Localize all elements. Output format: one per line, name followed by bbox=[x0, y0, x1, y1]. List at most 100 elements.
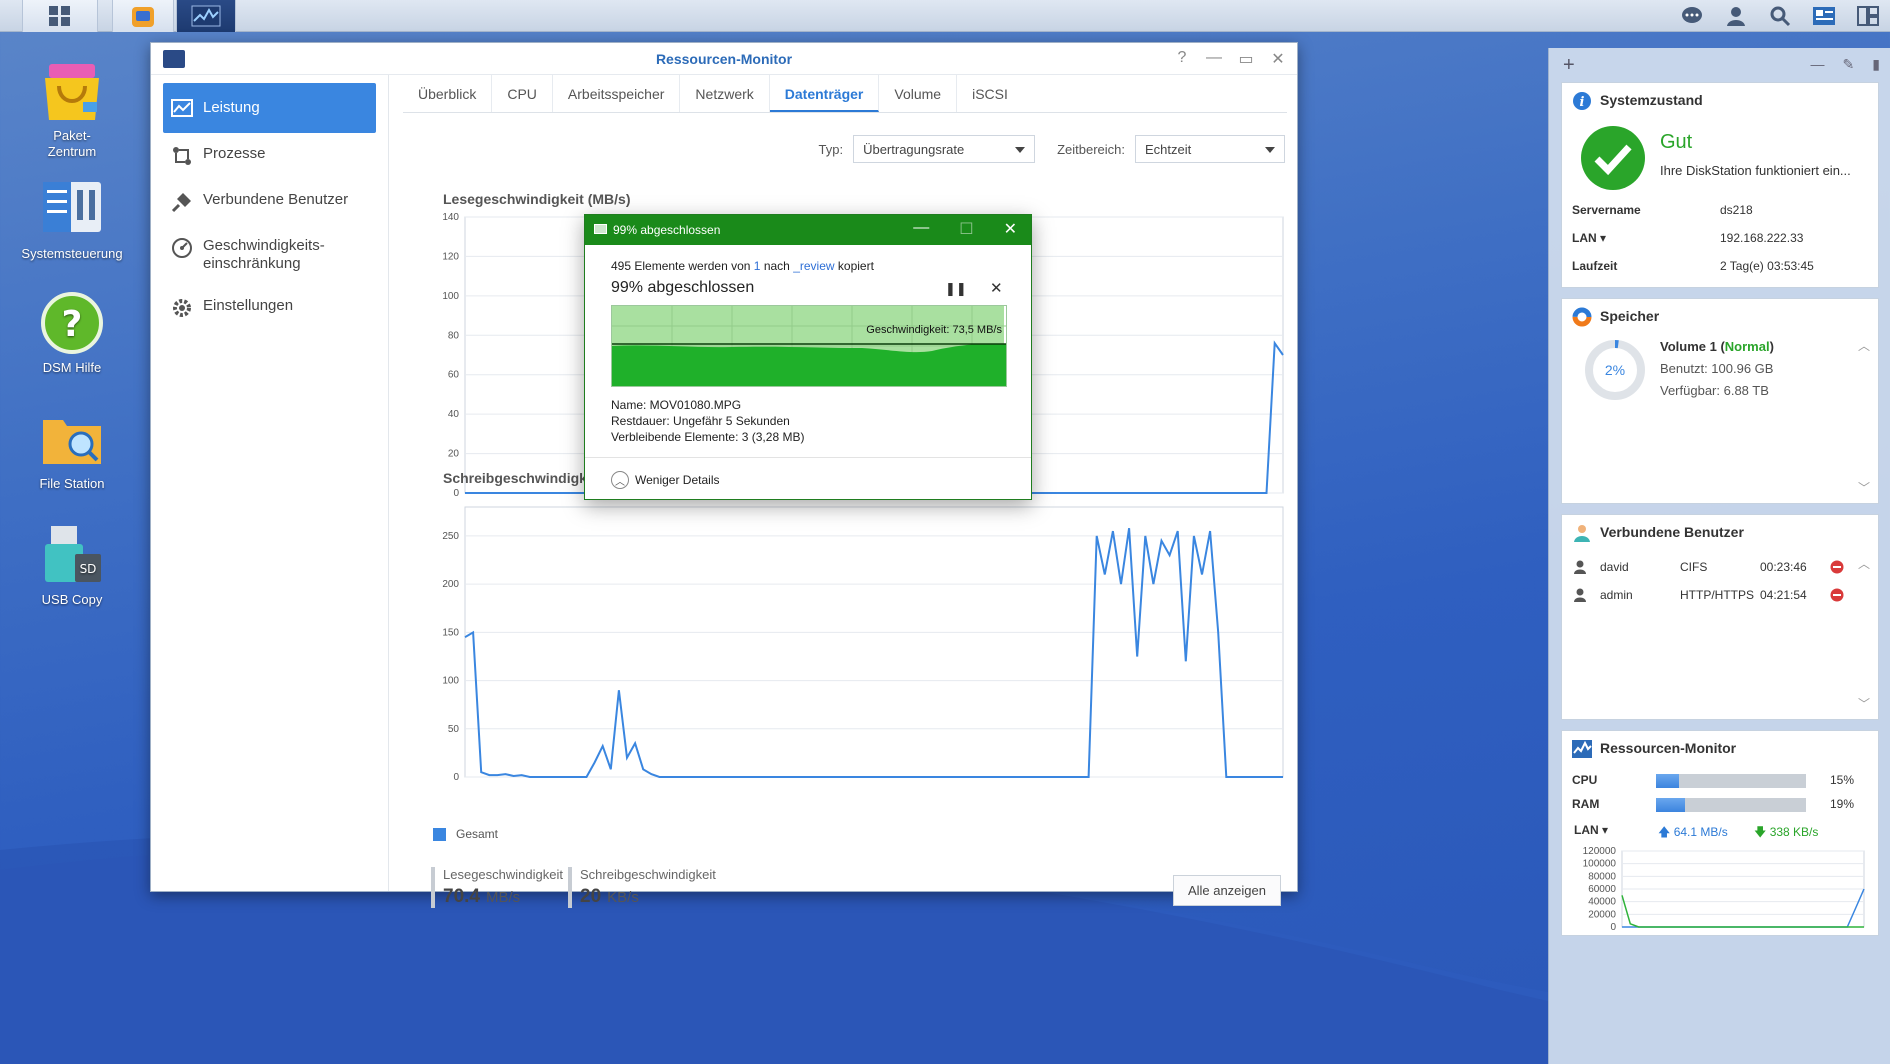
legend-swatch bbox=[433, 827, 446, 841]
desktop-icon-package-center[interactable]: Paket- Zentrum bbox=[12, 58, 132, 160]
sidebar-item-label: Verbundene Benutzer bbox=[203, 191, 349, 208]
desktop-icon-label: Systemsteuerung bbox=[21, 246, 123, 261]
plug-icon bbox=[171, 193, 191, 213]
widget-title: Verbundene Benutzer bbox=[1562, 515, 1878, 549]
minimize-icon[interactable]: — bbox=[1205, 49, 1223, 69]
type-select[interactable]: Übertragungsrate bbox=[853, 135, 1036, 163]
y-tick-label: 100 bbox=[442, 676, 459, 687]
tab-memory[interactable]: Arbeitsspeicher bbox=[553, 75, 681, 112]
y-tick-label: 120 bbox=[442, 251, 459, 262]
sidebar-item-performance[interactable]: Leistung bbox=[163, 83, 376, 133]
desktop-icon-label: DSM Hilfe bbox=[42, 360, 102, 375]
status-check-icon bbox=[1581, 126, 1645, 190]
lan-value: 192.168.222.33 bbox=[1720, 231, 1804, 245]
chart-legend: Gesamt bbox=[433, 827, 498, 841]
tab-disks[interactable]: Datenträger bbox=[769, 75, 880, 112]
chevron-down-icon[interactable]: ﹀ bbox=[1858, 695, 1870, 712]
layout-icon[interactable] bbox=[1846, 0, 1890, 32]
panel-toggle-icon[interactable]: ▮ bbox=[1872, 56, 1880, 73]
user-row: admin HTTP/HTTPS 04:21:54 bbox=[1572, 587, 1872, 607]
window-titlebar[interactable]: Ressourcen-Monitor ? — ▭ ✕ bbox=[151, 43, 1297, 75]
main-menu-button[interactable] bbox=[22, 0, 98, 32]
desktop-icon-dsm-help[interactable]: ? DSM Hilfe bbox=[12, 290, 132, 376]
tab-network[interactable]: Netzwerk bbox=[680, 75, 770, 112]
sidebar-item-settings[interactable]: Einstellungen bbox=[163, 285, 376, 331]
maximize-icon[interactable]: ☐ bbox=[959, 219, 973, 239]
user-time: 04:21:54 bbox=[1760, 588, 1807, 602]
widget-title: Speicher bbox=[1562, 299, 1878, 333]
sidebar-item-connected-users[interactable]: Verbundene Benutzer bbox=[163, 179, 376, 225]
chevron-up-icon[interactable]: ︿ bbox=[1858, 337, 1870, 354]
desktop-icon-file-station[interactable]: File Station bbox=[12, 406, 132, 492]
user-icon bbox=[1574, 560, 1586, 574]
range-label: Zeitbereich: bbox=[1057, 141, 1125, 157]
desktop-icon-usb-copy[interactable]: SD USB Copy bbox=[12, 522, 132, 608]
y-tick-label: 140 bbox=[442, 212, 459, 223]
widgets-toggle-icon[interactable] bbox=[1802, 0, 1846, 32]
transfer-speed-graph bbox=[612, 306, 1006, 386]
download-speed: 🡇 338 KB/s bbox=[1754, 825, 1819, 839]
y-tick-label: 150 bbox=[442, 627, 459, 638]
volume-used: Benutzt: 100.96 GB bbox=[1660, 361, 1774, 376]
resource-monitor-icon bbox=[1572, 740, 1592, 758]
tab-volume[interactable]: Volume bbox=[879, 75, 958, 112]
less-details-button[interactable]: ︿ Weniger Details bbox=[611, 471, 719, 489]
y-tick-label: 200 bbox=[442, 579, 459, 590]
destination-link[interactable]: _review bbox=[793, 259, 834, 273]
remaining-time: Restdauer: Ungefähr 5 Sekunden bbox=[611, 414, 790, 428]
tab-overview[interactable]: Überblick bbox=[403, 75, 493, 112]
y-tick-label: 40 bbox=[448, 409, 460, 420]
user-icon[interactable] bbox=[1714, 0, 1758, 32]
cpu-bar-fill bbox=[1656, 774, 1679, 788]
minimize-icon[interactable]: — bbox=[913, 219, 929, 239]
close-icon[interactable]: ✕ bbox=[1269, 49, 1287, 69]
chevron-up-icon[interactable]: ︿ bbox=[1858, 555, 1870, 572]
search-icon[interactable] bbox=[1758, 0, 1802, 32]
pin-icon[interactable]: ✎ bbox=[1843, 56, 1855, 73]
taskbar-app-package[interactable] bbox=[112, 0, 174, 32]
maximize-icon[interactable]: ▭ bbox=[1237, 49, 1255, 69]
help-icon[interactable]: ? bbox=[1173, 49, 1191, 69]
desktop-icon-control-panel[interactable]: Systemsteuerung bbox=[12, 176, 132, 262]
add-widget-button[interactable]: + bbox=[1563, 54, 1575, 77]
chevron-down-icon[interactable]: ﹀ bbox=[1858, 479, 1870, 496]
transfer-speed: Geschwindigkeit: 73,5 MB/s bbox=[866, 324, 1002, 336]
taskbar bbox=[0, 0, 1890, 32]
y-tick-label: 40000 bbox=[1588, 897, 1616, 908]
pause-button[interactable]: ❚❚ bbox=[945, 281, 967, 297]
file-name: Name: MOV01080.MPG bbox=[611, 398, 742, 412]
minimize-icon[interactable]: — bbox=[1811, 56, 1825, 73]
sidebar-item-label: Geschwindigkeits-einschränkung bbox=[203, 237, 325, 272]
chat-icon[interactable] bbox=[1670, 0, 1714, 32]
copy-summary: 495 Elemente werden von 1 nach _review k… bbox=[611, 259, 874, 273]
server-name-value: ds218 bbox=[1720, 203, 1753, 217]
tab-cpu[interactable]: CPU bbox=[492, 75, 553, 112]
dialog-titlebar[interactable]: 99% abgeschlossen — ☐ ✕ bbox=[585, 215, 1031, 245]
range-select[interactable]: Echtzeit bbox=[1135, 135, 1285, 163]
legend-label: Gesamt bbox=[456, 827, 499, 841]
disconnect-icon[interactable] bbox=[1830, 588, 1844, 602]
user-protocol: CIFS bbox=[1680, 560, 1708, 574]
taskbar-app-resource-monitor[interactable] bbox=[176, 0, 236, 32]
read-speed-unit: MB/s bbox=[485, 889, 521, 906]
performance-icon bbox=[171, 99, 193, 117]
disconnect-icon[interactable] bbox=[1830, 560, 1844, 574]
write-speed-value: 20 bbox=[580, 886, 602, 907]
usb-copy-icon: SD bbox=[45, 526, 101, 582]
uptime-value: 2 Tag(e) 03:53:45 bbox=[1720, 259, 1814, 273]
info-icon: i bbox=[1573, 92, 1591, 110]
tab-iscsi[interactable]: iSCSI bbox=[957, 75, 1023, 112]
download-arrow-icon: 🡇 bbox=[1754, 825, 1767, 839]
file-station-icon bbox=[43, 420, 101, 464]
lan-label[interactable]: LAN ▾ bbox=[1574, 823, 1608, 837]
close-icon[interactable]: ✕ bbox=[1004, 219, 1017, 239]
source-link[interactable]: 1 bbox=[754, 259, 761, 273]
cancel-copy-button[interactable]: ✕ bbox=[990, 279, 1003, 297]
sidebar-item-processes[interactable]: Prozesse bbox=[163, 133, 376, 179]
read-speed-label: Lesegeschwindigkeit bbox=[443, 867, 563, 882]
health-description: Ihre DiskStation funktioniert ein... bbox=[1660, 163, 1851, 178]
show-all-button[interactable]: Alle anzeigen bbox=[1172, 875, 1281, 906]
sidebar-item-speed-limit[interactable]: Geschwindigkeits-einschränkung bbox=[163, 225, 376, 285]
lan-label[interactable]: LAN ▾ bbox=[1572, 231, 1606, 245]
widget-resource-monitor: Ressourcen-Monitor CPU 15% RAM 19% LAN ▾… bbox=[1561, 730, 1879, 936]
